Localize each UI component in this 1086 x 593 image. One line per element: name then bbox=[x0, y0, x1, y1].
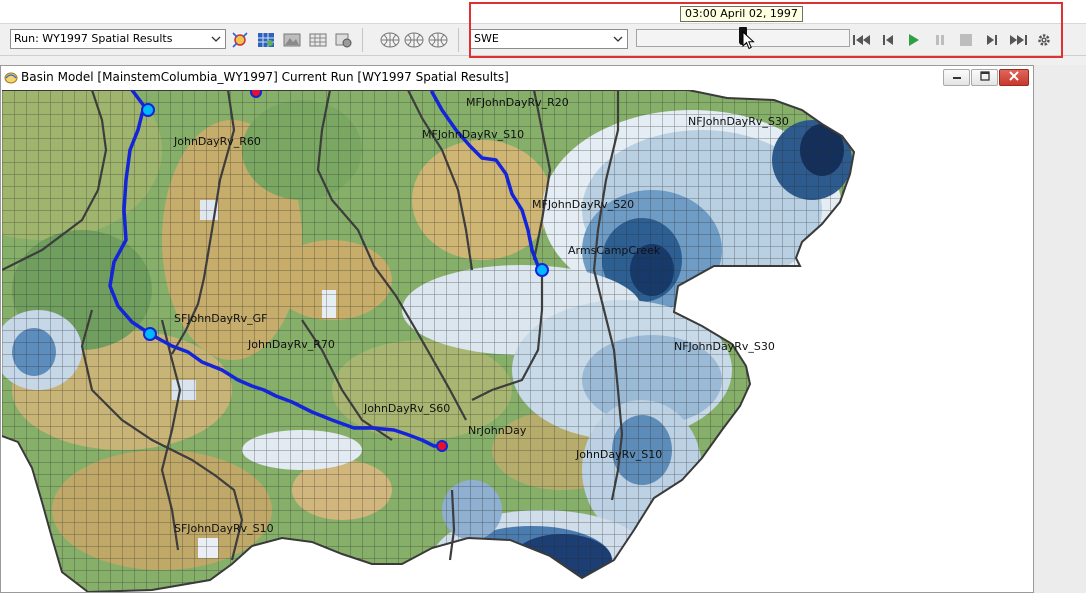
map-label: SFJohnDayRv_S10 bbox=[174, 522, 274, 535]
run-select[interactable]: Run: WY1997 Spatial Results bbox=[10, 29, 226, 49]
map-label: MFJohnDayRv_S20 bbox=[532, 198, 634, 211]
hec-hms-window: Run: WY1997 Spatial Results SWE 03:00 Ap… bbox=[0, 0, 1086, 593]
minimize-icon bbox=[952, 71, 962, 84]
maximize-button[interactable] bbox=[971, 69, 998, 86]
basin-model-icon bbox=[3, 69, 19, 85]
map-label: NFJohnDayRv_S30 bbox=[674, 340, 775, 353]
junction-node bbox=[535, 263, 549, 277]
map-label: MFJohnDayRv_R20 bbox=[466, 96, 569, 109]
minimize-button[interactable] bbox=[943, 69, 970, 86]
junction-node bbox=[141, 103, 155, 117]
map-label: SFJohnDayRv_GF bbox=[174, 312, 267, 325]
toolbar-separator bbox=[458, 28, 459, 52]
close-icon bbox=[1009, 71, 1019, 84]
child-titlebar[interactable]: Basin Model [MainstemColumbia_WY1997] Cu… bbox=[1, 66, 1033, 88]
toolbar-separator bbox=[362, 28, 363, 52]
run-icon[interactable] bbox=[230, 30, 250, 50]
child-window-title: Basin Model [MainstemColumbia_WY1997] Cu… bbox=[21, 70, 509, 84]
map-label: JohnDayRv_R60 bbox=[173, 135, 261, 148]
map-label: NFJohnDayRv_S30 bbox=[688, 115, 789, 128]
close-button[interactable] bbox=[999, 69, 1029, 86]
junction-node bbox=[143, 327, 157, 341]
chevron-down-icon bbox=[209, 30, 223, 48]
terrain-icon[interactable] bbox=[282, 30, 302, 50]
map-label: NrJohnDay bbox=[468, 424, 527, 437]
map-label: MFJohnDayRv_S10 bbox=[422, 128, 524, 141]
right-panel-edge bbox=[1034, 65, 1086, 593]
map-canvas[interactable]: JohnDayRv_R60 MFJohnDayRv_R20 MFJohnDayR… bbox=[2, 90, 1032, 592]
globe-grid-icon[interactable] bbox=[256, 30, 276, 50]
outlet-node bbox=[250, 90, 262, 98]
run-select-value: Run: WY1997 Spatial Results bbox=[14, 32, 173, 45]
maximize-icon bbox=[979, 71, 990, 84]
chart-icon[interactable] bbox=[334, 30, 354, 50]
table-icon[interactable] bbox=[308, 30, 328, 50]
basin-model-window: Basin Model [MainstemColumbia_WY1997] Cu… bbox=[0, 65, 1034, 593]
grid-globe-2-icon[interactable] bbox=[404, 30, 424, 50]
map-label: JohnDayRv_S10 bbox=[575, 448, 662, 461]
map-label: JohnDayRv_R70 bbox=[247, 338, 335, 351]
map-label: JohnDayRv_S60 bbox=[363, 402, 450, 415]
highlight-box bbox=[469, 2, 1063, 58]
mouse-cursor-icon bbox=[742, 31, 755, 50]
basin-raster bbox=[2, 90, 854, 592]
map-label: ArmsCampCreek bbox=[568, 244, 661, 257]
grid-globe-1-icon[interactable] bbox=[380, 30, 400, 50]
outlet-node bbox=[436, 440, 448, 452]
grid-globe-3-icon[interactable] bbox=[428, 30, 448, 50]
